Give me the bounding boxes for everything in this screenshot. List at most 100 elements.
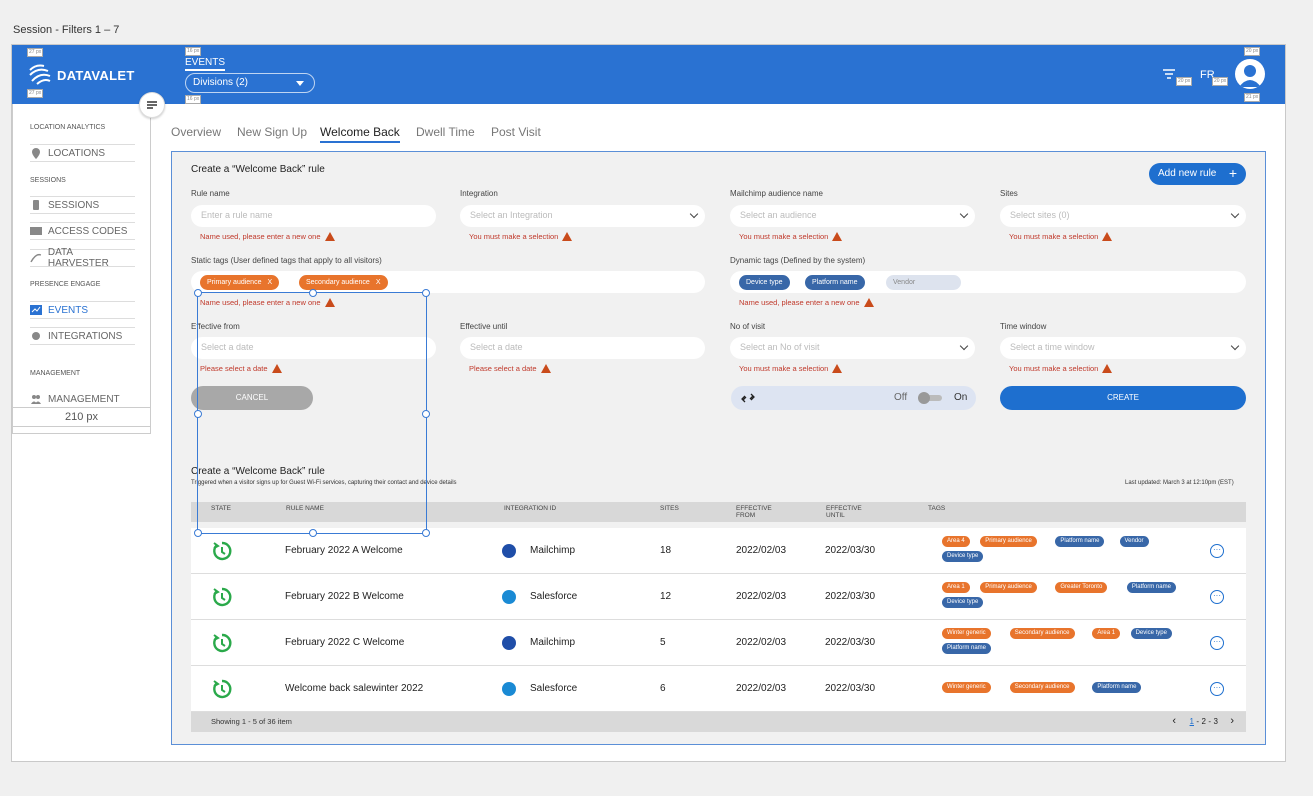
tab-welcome-back[interactable]: Welcome Back <box>320 125 400 143</box>
table-row[interactable]: February 2022 C Welcome Mailchimp 5 2022/02… <box>191 620 1246 666</box>
divisions-dropdown[interactable]: Divisions (2) <box>185 73 315 93</box>
more-options-icon[interactable]: ··· <box>1210 636 1224 650</box>
resize-handle[interactable] <box>422 289 430 297</box>
page-link-2[interactable]: 2 <box>1202 717 1206 726</box>
top-bar: DATAVALET EVENTS Divisions (2) FR 27 px … <box>12 45 1285 104</box>
error-text: Name used, please enter a new one <box>739 298 860 307</box>
table-row[interactable]: February 2022 A Welcome Mailchimp 18 2022/0… <box>191 528 1246 574</box>
tab-overview[interactable]: Overview <box>171 125 221 139</box>
tag-chip: Area 1 <box>1092 628 1121 639</box>
menu-toggle-button[interactable] <box>139 92 165 118</box>
page-link-3[interactable]: 3 <box>1214 717 1218 726</box>
refresh-active-icon <box>213 587 232 607</box>
tag-chip: Greater Toronto <box>1055 582 1108 593</box>
integration-error: You must make a selection <box>469 232 573 241</box>
sites-select[interactable]: Select sites (0) <box>1000 205 1246 227</box>
tag-chip: Platform name <box>1055 536 1105 547</box>
tag-chip: Secondary audience <box>1009 628 1075 639</box>
integration-label: Integration <box>460 189 498 198</box>
integration-select[interactable]: Select an Integration <box>460 205 705 227</box>
sidebar: LOCATION ANALYTICS LOCATIONS SESSIONS SE… <box>12 104 151 434</box>
resize-handle[interactable] <box>194 289 202 297</box>
resize-handle[interactable] <box>194 529 202 537</box>
datavalet-logo-icon <box>29 64 51 85</box>
time-window-error: You must make a selection <box>1009 364 1113 373</box>
resize-handle[interactable] <box>309 529 317 537</box>
sidebar-section-presence-engage: PRESENCE ENGAGE <box>30 281 101 288</box>
column-effective-until[interactable]: EFFECTIVE UNTIL <box>826 505 866 519</box>
column-integration-id[interactable]: INTEGRATION ID <box>504 505 556 512</box>
effective-until-input[interactable]: Select a date <box>460 337 705 359</box>
column-tags[interactable]: TAGS <box>928 505 945 512</box>
sidebar-item-label: EVENTS <box>48 304 89 316</box>
sidebar-item-integrations[interactable]: INTEGRATIONS <box>30 327 135 345</box>
more-options-icon[interactable]: ··· <box>1210 682 1224 696</box>
filter-icon[interactable] <box>1162 69 1176 79</box>
table-row[interactable]: Welcome back salewinter 2022 Salesforce 6 2… <box>191 666 1246 712</box>
sidebar-item-management[interactable]: MANAGEMENT <box>30 390 135 408</box>
tab-post-visit[interactable]: Post Visit <box>491 125 541 139</box>
add-new-rule-button[interactable]: Add new rule + <box>1149 163 1246 185</box>
more-options-icon[interactable]: ··· <box>1210 590 1224 604</box>
static-tag-chip[interactable]: Secondary audience X <box>299 275 388 290</box>
warning-icon <box>324 232 335 241</box>
refresh-active-icon <box>213 679 232 699</box>
sites-cell: 5 <box>660 637 666 648</box>
resize-handle[interactable] <box>194 410 202 418</box>
sidebar-item-label: ACCESS CODES <box>48 225 128 237</box>
sidebar-item-label: LOCATIONS <box>48 147 106 159</box>
sidebar-item-locations[interactable]: LOCATIONS <box>30 144 135 162</box>
column-sites[interactable]: SITES <box>660 505 679 512</box>
refresh-active-icon <box>213 541 232 561</box>
sidebar-item-access-codes[interactable]: ACCESS CODES <box>30 222 135 240</box>
selection-frame <box>194 289 430 537</box>
chevron-down-icon <box>1230 341 1240 351</box>
effective-from-cell: 2022/02/03 <box>736 591 787 602</box>
table-footer: Showing 1 - 5 of 36 item ‹ 1 - 2 - 3 › <box>191 712 1246 732</box>
dynamic-tag-chip[interactable]: Platform name <box>805 275 865 290</box>
effective-from-cell: 2022/02/03 <box>736 637 787 648</box>
more-options-icon[interactable]: ··· <box>1210 544 1224 558</box>
mailchimp-audience-select[interactable]: Select an audience <box>730 205 975 227</box>
sidebar-item-sessions[interactable]: SESSIONS <box>30 196 135 214</box>
phone-icon <box>33 200 39 210</box>
integration-cell: Mailchimp <box>530 637 576 648</box>
tab-dwell-time[interactable]: Dwell Time <box>416 125 475 139</box>
create-button[interactable]: CREATE <box>1000 386 1246 410</box>
events-nav-link[interactable]: EVENTS <box>185 57 226 71</box>
sites-label: Sites <box>1000 189 1018 198</box>
toggle-off-label: Off <box>894 392 908 403</box>
sidebar-width-annotation: 210 px <box>12 407 151 427</box>
close-icon[interactable]: X <box>267 279 272 286</box>
resize-handle[interactable] <box>309 289 317 297</box>
page-link-1[interactable]: 1 <box>1190 717 1194 726</box>
no-of-visit-select[interactable]: Select an No of visit <box>730 337 975 359</box>
no-visit-placeholder: Select an No of visit <box>740 342 820 352</box>
close-icon[interactable]: X <box>376 279 381 286</box>
tag-chip: Vendor <box>1119 536 1149 547</box>
sidebar-item-events[interactable]: EVENTS <box>30 301 135 319</box>
tag-chip: Winter generic <box>942 628 991 639</box>
resize-handle[interactable] <box>422 529 430 537</box>
column-effective-from[interactable]: EFFECTIVE FROM <box>736 505 776 519</box>
static-tag-chip[interactable]: Primary audience X <box>200 275 280 290</box>
user-avatar-icon[interactable] <box>1235 59 1265 89</box>
next-page-icon[interactable]: › <box>1230 715 1234 727</box>
harvester-icon <box>30 253 42 263</box>
dynamic-tag-chip-vendor[interactable]: Vendor <box>886 275 961 290</box>
tag-chip: Area 4 <box>942 536 970 547</box>
brand-name: DATAVALET <box>57 68 135 83</box>
time-window-select[interactable]: Select a time window <box>1000 337 1246 359</box>
sites-error: You must make a selection <box>1009 232 1113 241</box>
error-text: You must make a selection <box>739 364 829 373</box>
table-row[interactable]: February 2022 B Welcome Salesforce 12 2022/… <box>191 574 1246 620</box>
rule-name-input[interactable]: Enter a rule name <box>191 205 436 227</box>
tab-new-sign-up[interactable]: New Sign Up <box>237 125 307 139</box>
sidebar-item-data-harvester[interactable]: DATA HARVESTER <box>30 247 135 269</box>
prev-page-icon[interactable]: ‹ <box>1172 715 1176 727</box>
tag-chip: Secondary audience <box>1009 682 1075 693</box>
salesforce-icon <box>502 682 516 696</box>
resize-handle[interactable] <box>422 410 430 418</box>
time-window-label: Time window <box>1000 322 1047 331</box>
dynamic-tag-chip[interactable]: Device type <box>739 275 790 290</box>
